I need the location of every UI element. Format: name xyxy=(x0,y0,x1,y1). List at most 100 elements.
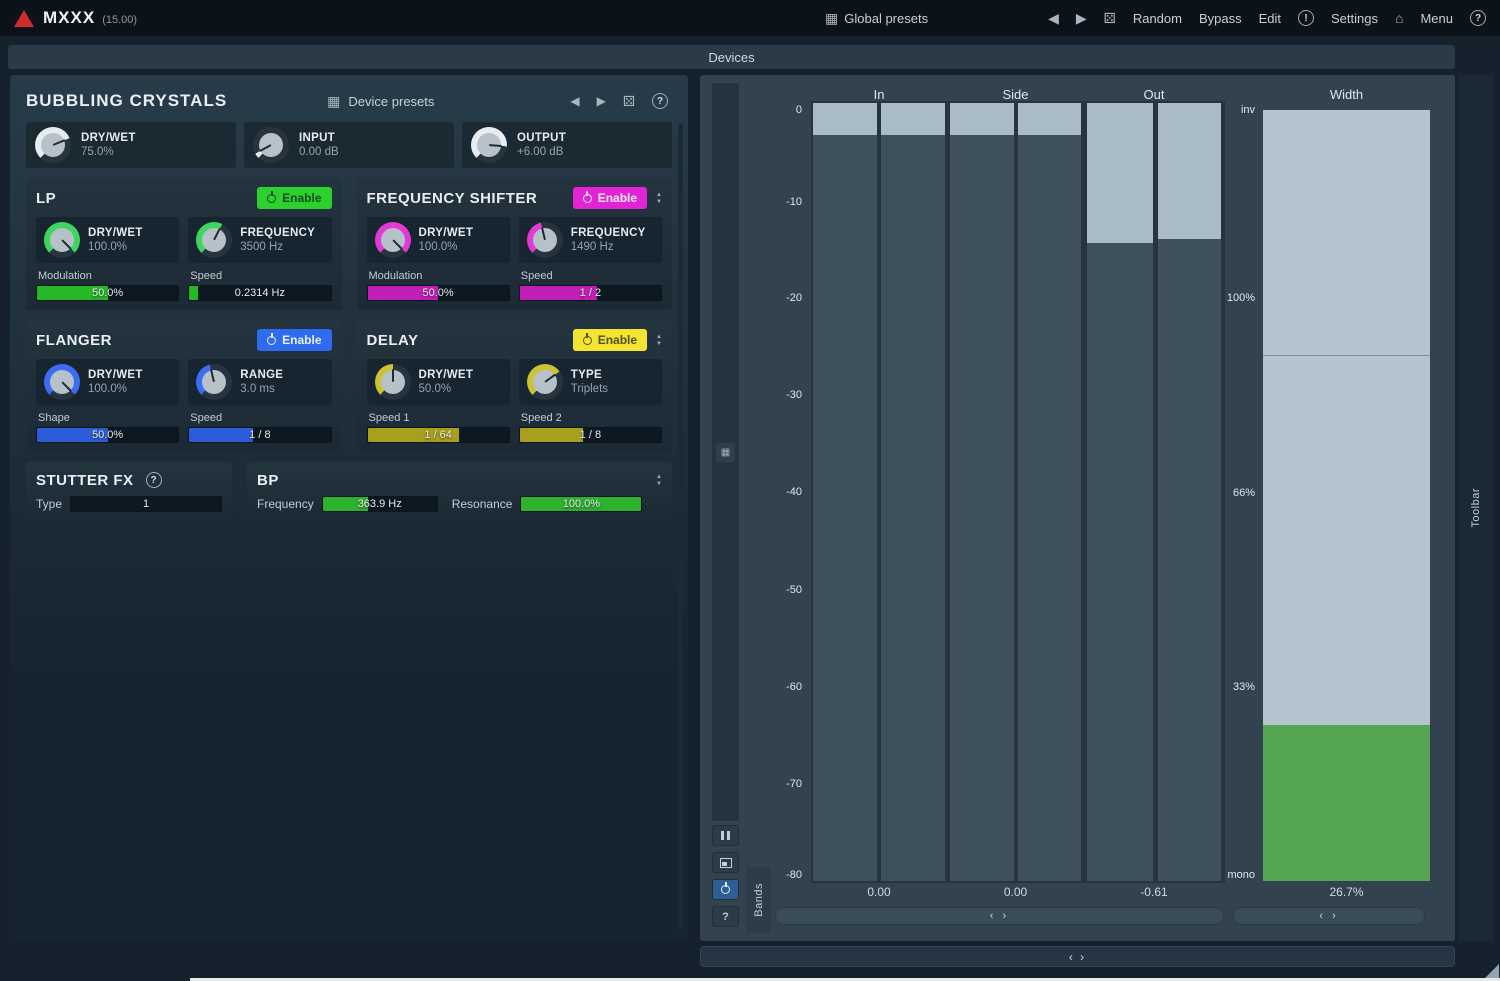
knob-label: DRY/WET xyxy=(88,227,143,239)
help-icon[interactable]: ? xyxy=(652,93,668,109)
lp-enable-button[interactable]: Enable xyxy=(257,187,331,209)
slider-value: 1 / 64 xyxy=(368,428,509,442)
meter-help-button[interactable]: ? xyxy=(712,906,739,927)
flanger-range-control: RANGE 3.0 ms xyxy=(188,359,331,405)
fs-frequency-knob[interactable] xyxy=(527,222,563,258)
dice-icon[interactable]: ⚄ xyxy=(1104,10,1116,27)
slider-label: Speed xyxy=(190,270,331,282)
horizontal-scrollbar[interactable]: ‹ › xyxy=(700,946,1455,967)
next-device-preset-button[interactable]: ▶ xyxy=(597,94,606,108)
prev-device-preset-button[interactable]: ◀ xyxy=(570,94,579,108)
menu-button[interactable]: Menu xyxy=(1420,11,1453,26)
frequency-shifter-enable-button[interactable]: Enable xyxy=(573,187,647,209)
home-icon[interactable]: ⌂ xyxy=(1395,10,1403,26)
device-panel: BUBBLING CRYSTALS ▦ Device presets ◀ ▶ ⚄… xyxy=(10,75,688,941)
module-collapse-spinner[interactable]: ▲ ▼ xyxy=(656,474,662,487)
slider-label: Speed xyxy=(190,412,331,424)
output-knob[interactable] xyxy=(471,127,507,163)
width-zoom-scrollbar[interactable]: ‹ › xyxy=(1233,907,1425,925)
module-title: LP xyxy=(36,190,56,207)
knob-value: 100.0% xyxy=(88,241,143,253)
meter-mode-icon[interactable]: ▦ xyxy=(716,443,735,462)
fs-speed-slider[interactable]: 1 / 2 xyxy=(519,285,662,301)
db-scale-label: -70 xyxy=(758,778,802,790)
enable-label: Enable xyxy=(282,333,321,347)
width-meter xyxy=(1263,110,1430,881)
fs-drywet-knob[interactable] xyxy=(375,222,411,258)
meter-column-side-right xyxy=(1018,103,1081,881)
random-button[interactable]: Random xyxy=(1133,11,1182,26)
delay-enable-button[interactable]: Enable xyxy=(573,329,647,351)
slider-value: 363.9 Hz xyxy=(323,497,437,511)
module-title: STUTTER FX xyxy=(36,472,134,489)
fs-modulation-slider[interactable]: 50.0% xyxy=(367,285,510,301)
db-scale-label: -30 xyxy=(758,389,802,401)
resize-grip[interactable] xyxy=(1485,964,1499,978)
lp-speed-slider[interactable]: 0.2314 Hz xyxy=(188,285,331,301)
flanger-speed-slider[interactable]: 1 / 8 xyxy=(188,427,331,443)
layout-button[interactable] xyxy=(712,852,739,873)
knob-label: DRY/WET xyxy=(419,369,474,381)
tab-bands[interactable]: Bands xyxy=(746,867,771,933)
lp-drywet-knob[interactable] xyxy=(44,222,80,258)
module-title: FREQUENCY SHIFTER xyxy=(367,190,538,207)
width-scale-label: 33% xyxy=(1211,681,1255,693)
slider-value: 0.2314 Hz xyxy=(189,286,330,300)
flanger-drywet-knob[interactable] xyxy=(44,364,80,400)
titlebar: MXXX (15.00) ▦ Global presets ◀ ▶ ⚄ Rand… xyxy=(0,0,1500,36)
device-presets-button[interactable]: ▦ Device presets xyxy=(327,93,434,110)
delay-speed2-slider[interactable]: 1 / 8 xyxy=(519,427,662,443)
tab-devices[interactable]: Devices xyxy=(8,45,1455,69)
chevron-up-icon: ▲ xyxy=(656,192,662,198)
module-collapse-spinner[interactable]: ▲ ▼ xyxy=(656,192,662,205)
bp-resonance-slider[interactable]: 100.0% xyxy=(520,496,642,512)
width-scale-label: inv xyxy=(1211,104,1255,116)
knob-label: DRY/WET xyxy=(88,369,143,381)
toolbar-label: Toolbar xyxy=(1470,488,1482,528)
meter-header-out: Out xyxy=(1087,87,1221,102)
slider-value: 50.0% xyxy=(368,286,509,300)
meter-zoom-scrollbar[interactable]: ‹ › xyxy=(775,907,1224,925)
module-flanger: FLANGER Enable DRY/WET 100.0% xyxy=(26,320,342,452)
lp-modulation-slider[interactable]: 50.0% xyxy=(36,285,179,301)
help-icon[interactable]: ? xyxy=(1470,10,1486,26)
layout-icon xyxy=(720,858,732,868)
help-icon[interactable]: ? xyxy=(146,472,162,488)
delay-drywet-knob[interactable] xyxy=(375,364,411,400)
settings-button[interactable]: Settings xyxy=(1331,11,1378,26)
flanger-range-knob[interactable] xyxy=(196,364,232,400)
bp-frequency-slider[interactable]: 363.9 Hz xyxy=(322,496,438,512)
toolbar-strip[interactable]: Toolbar xyxy=(1458,75,1494,941)
stutter-type-slider[interactable]: 1 xyxy=(70,496,222,512)
meter-header-width: Width xyxy=(1263,87,1430,102)
module-collapse-spinner[interactable]: ▲ ▼ xyxy=(656,334,662,347)
pause-button[interactable] xyxy=(712,825,739,846)
device-presets-label: Device presets xyxy=(348,94,434,109)
flanger-shape-slider[interactable]: 50.0% xyxy=(36,427,179,443)
slider-value: 1 xyxy=(71,497,221,511)
knob-label: FREQUENCY xyxy=(240,227,315,239)
prev-preset-button[interactable]: ◀ xyxy=(1048,10,1059,27)
alert-icon[interactable]: ! xyxy=(1298,10,1314,26)
output-control: OUTPUT +6.00 dB xyxy=(462,122,672,168)
slider-label: Speed 1 xyxy=(369,412,510,424)
device-panel-scrollbar[interactable] xyxy=(678,123,683,929)
slider-value: 100.0% xyxy=(521,497,641,511)
bands-label: Bands xyxy=(753,883,765,917)
slider-value: 50.0% xyxy=(37,428,178,442)
global-presets-button[interactable]: ▦ Global presets xyxy=(825,10,928,27)
next-preset-button[interactable]: ▶ xyxy=(1076,10,1087,27)
lp-frequency-knob[interactable] xyxy=(196,222,232,258)
device-presets-nav: ◀ ▶ ⚄ ? xyxy=(570,93,668,110)
drywet-knob[interactable] xyxy=(35,127,71,163)
meter-power-button[interactable] xyxy=(712,879,739,900)
bypass-button[interactable]: Bypass xyxy=(1199,11,1242,26)
dice-icon[interactable]: ⚄ xyxy=(623,93,635,110)
delay-type-knob[interactable] xyxy=(527,364,563,400)
edit-button[interactable]: Edit xyxy=(1259,11,1281,26)
grid-icon: ▦ xyxy=(825,10,838,27)
input-knob[interactable] xyxy=(253,127,289,163)
slider-label: Type xyxy=(36,497,62,511)
flanger-enable-button[interactable]: Enable xyxy=(257,329,331,351)
delay-speed1-slider[interactable]: 1 / 64 xyxy=(367,427,510,443)
